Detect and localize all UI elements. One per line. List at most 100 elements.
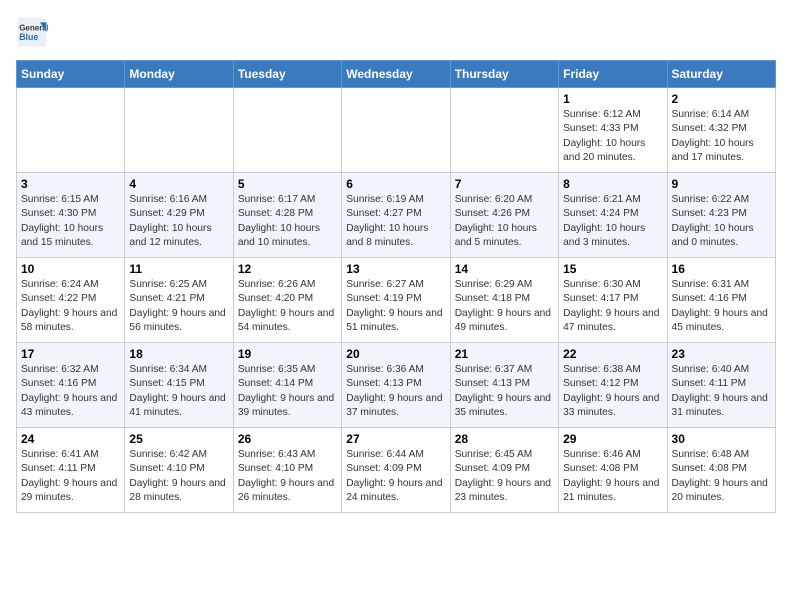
day-number: 18 [129,347,228,361]
calendar-cell: 22 Sunrise: 6:38 AMSunset: 4:12 PMDayligh… [559,343,667,428]
calendar-header-saturday: Saturday [667,61,775,88]
day-number: 6 [346,177,445,191]
calendar-cell: 13 Sunrise: 6:27 AMSunset: 4:19 PMDayligh… [342,258,450,343]
calendar-cell: 24 Sunrise: 6:41 AMSunset: 4:11 PMDayligh… [17,428,125,513]
calendar-cell [342,88,450,173]
day-number: 17 [21,347,120,361]
calendar-header-tuesday: Tuesday [233,61,341,88]
calendar-week-row-5: 24 Sunrise: 6:41 AMSunset: 4:11 PMDayligh… [17,428,776,513]
day-info: Sunrise: 6:45 AMSunset: 4:09 PMDaylight:… [455,448,554,505]
calendar-header-wednesday: Wednesday [342,61,450,88]
calendar-cell: 27 Sunrise: 6:44 AMSunset: 4:09 PMDayligh… [342,428,450,513]
day-info: Sunrise: 6:43 AMSunset: 4:10 PMDaylight:… [238,448,337,505]
calendar-week-row-4: 17 Sunrise: 6:32 AMSunset: 4:16 PMDayligh… [17,343,776,428]
day-number: 13 [346,262,445,276]
day-info: Sunrise: 6:29 AMSunset: 4:18 PMDaylight:… [455,278,554,335]
day-number: 23 [672,347,771,361]
calendar-cell: 15 Sunrise: 6:30 AMSunset: 4:17 PMDayligh… [559,258,667,343]
day-info: Sunrise: 6:32 AMSunset: 4:16 PMDaylight:… [21,363,120,420]
day-info: Sunrise: 6:15 AMSunset: 4:30 PMDaylight:… [21,193,120,250]
calendar-cell: 19Sunrise: 6:35 AMSunset: 4:14 PMDayligh… [233,343,341,428]
calendar-cell: 21Sunrise: 6:37 AMSunset: 4:13 PMDayligh… [450,343,558,428]
calendar-cell: 8 Sunrise: 6:21 AMSunset: 4:24 PMDaylight… [559,173,667,258]
day-number: 20 [346,347,445,361]
day-number: 24 [21,432,120,446]
calendar-cell [17,88,125,173]
day-number: 10 [21,262,120,276]
calendar-cell: 4 Sunrise: 6:16 AMSunset: 4:29 PMDaylight… [125,173,233,258]
calendar-cell: 1 Sunrise: 6:12 AMSunset: 4:33 PMDaylight… [559,88,667,173]
day-info: Sunrise: 6:36 AMSunset: 4:13 PMDaylight:… [346,363,445,420]
day-number: 4 [129,177,228,191]
day-number: 27 [346,432,445,446]
calendar-cell: 30 Sunrise: 6:48 AMSunset: 4:08 PMDayligh… [667,428,775,513]
calendar-cell: 28 Sunrise: 6:45 AMSunset: 4:09 PMDayligh… [450,428,558,513]
calendar-cell [233,88,341,173]
day-number: 21 [455,347,554,361]
calendar-week-row-3: 10 Sunrise: 6:24 AMSunset: 4:22 PMDayligh… [17,258,776,343]
calendar-week-row-1: 1 Sunrise: 6:12 AMSunset: 4:33 PMDaylight… [17,88,776,173]
calendar-table: SundayMondayTuesdayWednesdayThursdayFrid… [16,60,776,513]
calendar-header-thursday: Thursday [450,61,558,88]
calendar-cell: 7 Sunrise: 6:20 AMSunset: 4:26 PMDaylight… [450,173,558,258]
logo: General Blue [16,16,52,48]
svg-text:Blue: Blue [19,32,38,42]
page-header: General Blue [16,16,776,48]
day-info: Sunrise: 6:27 AMSunset: 4:19 PMDaylight:… [346,278,445,335]
day-info: Sunrise: 6:41 AMSunset: 4:11 PMDaylight:… [21,448,120,505]
calendar-cell: 10 Sunrise: 6:24 AMSunset: 4:22 PMDayligh… [17,258,125,343]
day-info: Sunrise: 6:12 AMSunset: 4:33 PMDaylight:… [563,108,662,165]
day-info: Sunrise: 6:38 AMSunset: 4:12 PMDaylight:… [563,363,662,420]
day-info: Sunrise: 6:34 AMSunset: 4:15 PMDaylight:… [129,363,228,420]
day-number: 28 [455,432,554,446]
day-info: Sunrise: 6:21 AMSunset: 4:24 PMDaylight:… [563,193,662,250]
day-info: Sunrise: 6:19 AMSunset: 4:27 PMDaylight:… [346,193,445,250]
day-info: Sunrise: 6:35 AMSunset: 4:14 PMDaylight:… [238,363,337,420]
day-info: Sunrise: 6:14 AMSunset: 4:32 PMDaylight:… [672,108,771,165]
calendar-cell: 9 Sunrise: 6:22 AMSunset: 4:23 PMDaylight… [667,173,775,258]
day-info: Sunrise: 6:26 AMSunset: 4:20 PMDaylight:… [238,278,337,335]
day-number: 1 [563,92,662,106]
day-info: Sunrise: 6:46 AMSunset: 4:08 PMDaylight:… [563,448,662,505]
day-number: 5 [238,177,337,191]
day-info: Sunrise: 6:31 AMSunset: 4:16 PMDaylight:… [672,278,771,335]
calendar-cell: 18 Sunrise: 6:34 AMSunset: 4:15 PMDayligh… [125,343,233,428]
day-info: Sunrise: 6:30 AMSunset: 4:17 PMDaylight:… [563,278,662,335]
day-info: Sunrise: 6:16 AMSunset: 4:29 PMDaylight:… [129,193,228,250]
day-number: 14 [455,262,554,276]
day-number: 8 [563,177,662,191]
calendar-header-friday: Friday [559,61,667,88]
calendar-cell: 3 Sunrise: 6:15 AMSunset: 4:30 PMDaylight… [17,173,125,258]
calendar-cell: 23 Sunrise: 6:40 AMSunset: 4:11 PMDayligh… [667,343,775,428]
calendar-cell: 11Sunrise: 6:25 AMSunset: 4:21 PMDayligh… [125,258,233,343]
day-number: 16 [672,262,771,276]
day-info: Sunrise: 6:24 AMSunset: 4:22 PMDaylight:… [21,278,120,335]
day-info: Sunrise: 6:42 AMSunset: 4:10 PMDaylight:… [129,448,228,505]
calendar-cell: 5 Sunrise: 6:17 AMSunset: 4:28 PMDaylight… [233,173,341,258]
day-number: 12 [238,262,337,276]
day-info: Sunrise: 6:20 AMSunset: 4:26 PMDaylight:… [455,193,554,250]
day-info: Sunrise: 6:17 AMSunset: 4:28 PMDaylight:… [238,193,337,250]
calendar-cell: 12 Sunrise: 6:26 AMSunset: 4:20 PMDayligh… [233,258,341,343]
day-number: 22 [563,347,662,361]
calendar-header-monday: Monday [125,61,233,88]
calendar-cell: 16 Sunrise: 6:31 AMSunset: 4:16 PMDayligh… [667,258,775,343]
day-info: Sunrise: 6:48 AMSunset: 4:08 PMDaylight:… [672,448,771,505]
day-number: 15 [563,262,662,276]
calendar-cell: 26 Sunrise: 6:43 AMSunset: 4:10 PMDayligh… [233,428,341,513]
day-number: 30 [672,432,771,446]
calendar-cell: 2Sunrise: 6:14 AMSunset: 4:32 PMDaylight… [667,88,775,173]
day-number: 26 [238,432,337,446]
calendar-cell: 14 Sunrise: 6:29 AMSunset: 4:18 PMDayligh… [450,258,558,343]
day-number: 29 [563,432,662,446]
calendar-week-row-2: 3 Sunrise: 6:15 AMSunset: 4:30 PMDaylight… [17,173,776,258]
day-info: Sunrise: 6:40 AMSunset: 4:11 PMDaylight:… [672,363,771,420]
day-info: Sunrise: 6:44 AMSunset: 4:09 PMDaylight:… [346,448,445,505]
day-number: 9 [672,177,771,191]
calendar-header-row: SundayMondayTuesdayWednesdayThursdayFrid… [17,61,776,88]
day-number: 7 [455,177,554,191]
calendar-cell: 25Sunrise: 6:42 AMSunset: 4:10 PMDayligh… [125,428,233,513]
day-info: Sunrise: 6:22 AMSunset: 4:23 PMDaylight:… [672,193,771,250]
calendar-cell: 17 Sunrise: 6:32 AMSunset: 4:16 PMDayligh… [17,343,125,428]
day-number: 3 [21,177,120,191]
